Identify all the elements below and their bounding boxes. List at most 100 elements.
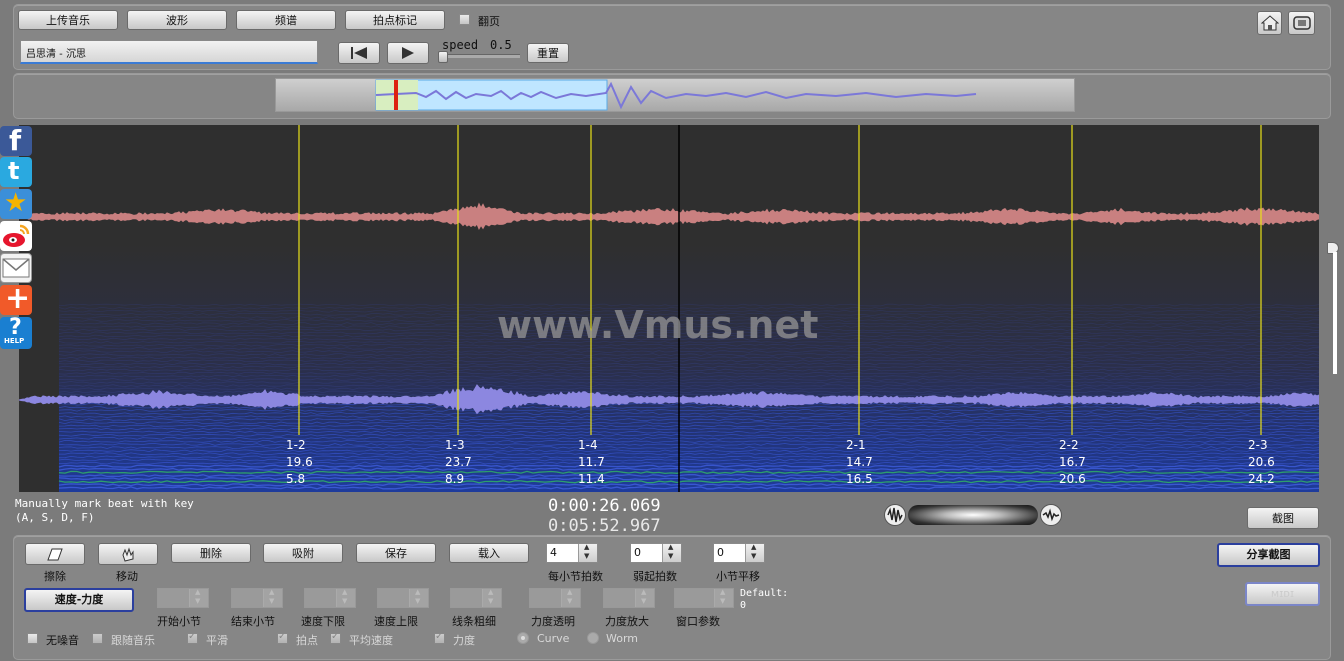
force-alpha-arrows[interactable]: [561, 588, 580, 607]
beat-label-v2: 8.9: [445, 472, 465, 486]
save-button[interactable]: 保存: [356, 543, 436, 563]
pickup-arrows[interactable]: [662, 543, 681, 562]
start-bar-label: 开始小节: [157, 615, 201, 628]
beat-label: 2-1 14.7 16.5: [846, 437, 873, 488]
spectrum-button[interactable]: 频谱: [236, 10, 336, 30]
default-value: 0: [740, 600, 747, 611]
waveform-button[interactable]: 波形: [127, 10, 227, 30]
beat-label-v1: 23.7: [445, 455, 472, 469]
fullscreen-icon: [1292, 16, 1311, 30]
beat-label: 2-3 20.6 24.2: [1248, 437, 1275, 488]
zoom-slider[interactable]: [884, 504, 1062, 528]
beat-label: 1-3 23.7 8.9: [445, 437, 472, 488]
pickup-value: 0: [634, 546, 641, 559]
beat-label: 2-2 16.7 20.6: [1059, 437, 1086, 488]
force-checkbox[interactable]: [434, 631, 445, 644]
speed-slider-handle[interactable]: [438, 51, 448, 63]
line-width-arrows[interactable]: [482, 588, 501, 607]
amplitude-waveform: [19, 202, 1319, 231]
favorite-star-icon[interactable]: ★: [0, 188, 32, 219]
smooth-label: 平滑: [206, 634, 228, 647]
beat-label-label: 1-2: [286, 438, 306, 452]
current-time: 0:00:26.069: [548, 496, 661, 516]
song-title-field[interactable]: 吕思清 - 沉思: [20, 40, 318, 64]
avg-speed-checkbox[interactable]: [330, 631, 341, 644]
load-button[interactable]: 载入: [449, 543, 529, 563]
start-bar-stepper[interactable]: [157, 588, 209, 608]
end-bar-arrows[interactable]: [263, 588, 282, 607]
window-param-stepper[interactable]: [674, 588, 734, 608]
waveform-zoom-in-icon[interactable]: [1040, 504, 1062, 526]
force-alpha-stepper[interactable]: [529, 588, 581, 608]
screenshot-button[interactable]: 截图: [1247, 507, 1319, 529]
beat-label: 1-2 19.6 5.8: [286, 437, 313, 488]
beat-mark-button[interactable]: 拍点标记: [345, 10, 445, 30]
speed-min-stepper[interactable]: [304, 588, 356, 608]
move-label: 移动: [116, 570, 138, 583]
overview-cursor: [394, 80, 398, 110]
upload-music-button[interactable]: 上传音乐: [18, 10, 118, 30]
beats-per-bar-arrows[interactable]: [578, 543, 597, 562]
beats-per-bar-stepper[interactable]: 4: [546, 543, 598, 563]
share-screenshot-button[interactable]: 分享截图: [1217, 543, 1320, 567]
zoom-track[interactable]: [908, 505, 1038, 525]
watermark: www.Vmus.net: [497, 303, 819, 347]
bar-shift-arrows[interactable]: [745, 543, 764, 562]
worm-radio[interactable]: [587, 632, 599, 644]
rewind-button[interactable]: [338, 42, 380, 64]
force-zoom-arrows[interactable]: [635, 588, 654, 607]
home-icon: [1260, 15, 1279, 31]
move-button[interactable]: [98, 543, 158, 565]
delete-button[interactable]: 删除: [171, 543, 251, 563]
beat-label-label: 1-3: [445, 438, 465, 452]
facebook-icon[interactable]: f: [0, 124, 32, 157]
speed-force-mode-button[interactable]: 速度-力度: [24, 588, 134, 612]
beats-per-bar-label: 每小节拍数: [548, 570, 603, 583]
pageturn-checkbox[interactable]: [459, 14, 470, 25]
beat-label-label: 2-1: [846, 438, 866, 452]
beat-label-label: 2-3: [1248, 438, 1268, 452]
vertical-scroll-track[interactable]: [1333, 252, 1337, 374]
speed-value: 0.5: [490, 38, 512, 52]
speed-max-stepper[interactable]: [377, 588, 429, 608]
beat-label-v2: 11.4: [578, 472, 605, 486]
reset-button[interactable]: 重置: [527, 43, 569, 63]
force-zoom-stepper[interactable]: [603, 588, 655, 608]
hint-line-1: Manually mark beat with key: [15, 497, 194, 510]
beat-label: 1-4 11.7 11.4: [578, 437, 605, 488]
end-bar-stepper[interactable]: [231, 588, 283, 608]
move-hand-icon: [122, 547, 134, 562]
erase-button[interactable]: [25, 543, 85, 565]
snap-button[interactable]: 吸附: [263, 543, 343, 563]
no-noise-checkbox[interactable]: [27, 633, 38, 644]
smooth-checkbox[interactable]: [187, 631, 198, 644]
weibo-icon[interactable]: [0, 221, 32, 251]
play-button[interactable]: [387, 42, 429, 64]
follow-music-checkbox[interactable]: [92, 633, 103, 644]
speed-min-arrows[interactable]: [336, 588, 355, 607]
help-icon[interactable]: ? HELP: [0, 315, 32, 349]
start-bar-arrows[interactable]: [189, 588, 208, 607]
force-alpha-label: 力度透明: [531, 615, 575, 628]
waveform-zoom-out-icon[interactable]: [884, 504, 906, 526]
skip-back-icon: [351, 47, 367, 59]
speed-slider[interactable]: [438, 51, 520, 63]
mail-icon[interactable]: [0, 253, 32, 283]
twitter-icon[interactable]: t: [0, 157, 32, 187]
fullscreen-button[interactable]: [1288, 11, 1315, 35]
beat-label-v2: 5.8: [286, 472, 306, 486]
add-share-icon[interactable]: +: [0, 281, 32, 316]
pickup-stepper[interactable]: 0: [630, 543, 682, 563]
beat-point-checkbox[interactable]: [277, 631, 288, 644]
beat-label-v1: 16.7: [1059, 455, 1086, 469]
window-param-arrows[interactable]: [714, 588, 733, 607]
curve-radio[interactable]: [517, 632, 529, 644]
spectrogram-viewer[interactable]: www.Vmus.net 1-2 19.6 5.8 1-3 23.7 8.9 1-4 11.7…: [19, 125, 1319, 492]
speed-max-arrows[interactable]: [409, 588, 428, 607]
beat-label-label: 1-4: [578, 438, 598, 452]
bar-shift-stepper[interactable]: 0: [713, 543, 765, 563]
home-button[interactable]: [1257, 11, 1282, 35]
overview-waveform[interactable]: [275, 78, 1075, 112]
midi-button[interactable]: ᴍɪᴅɪ: [1245, 582, 1320, 606]
line-width-stepper[interactable]: [450, 588, 502, 608]
